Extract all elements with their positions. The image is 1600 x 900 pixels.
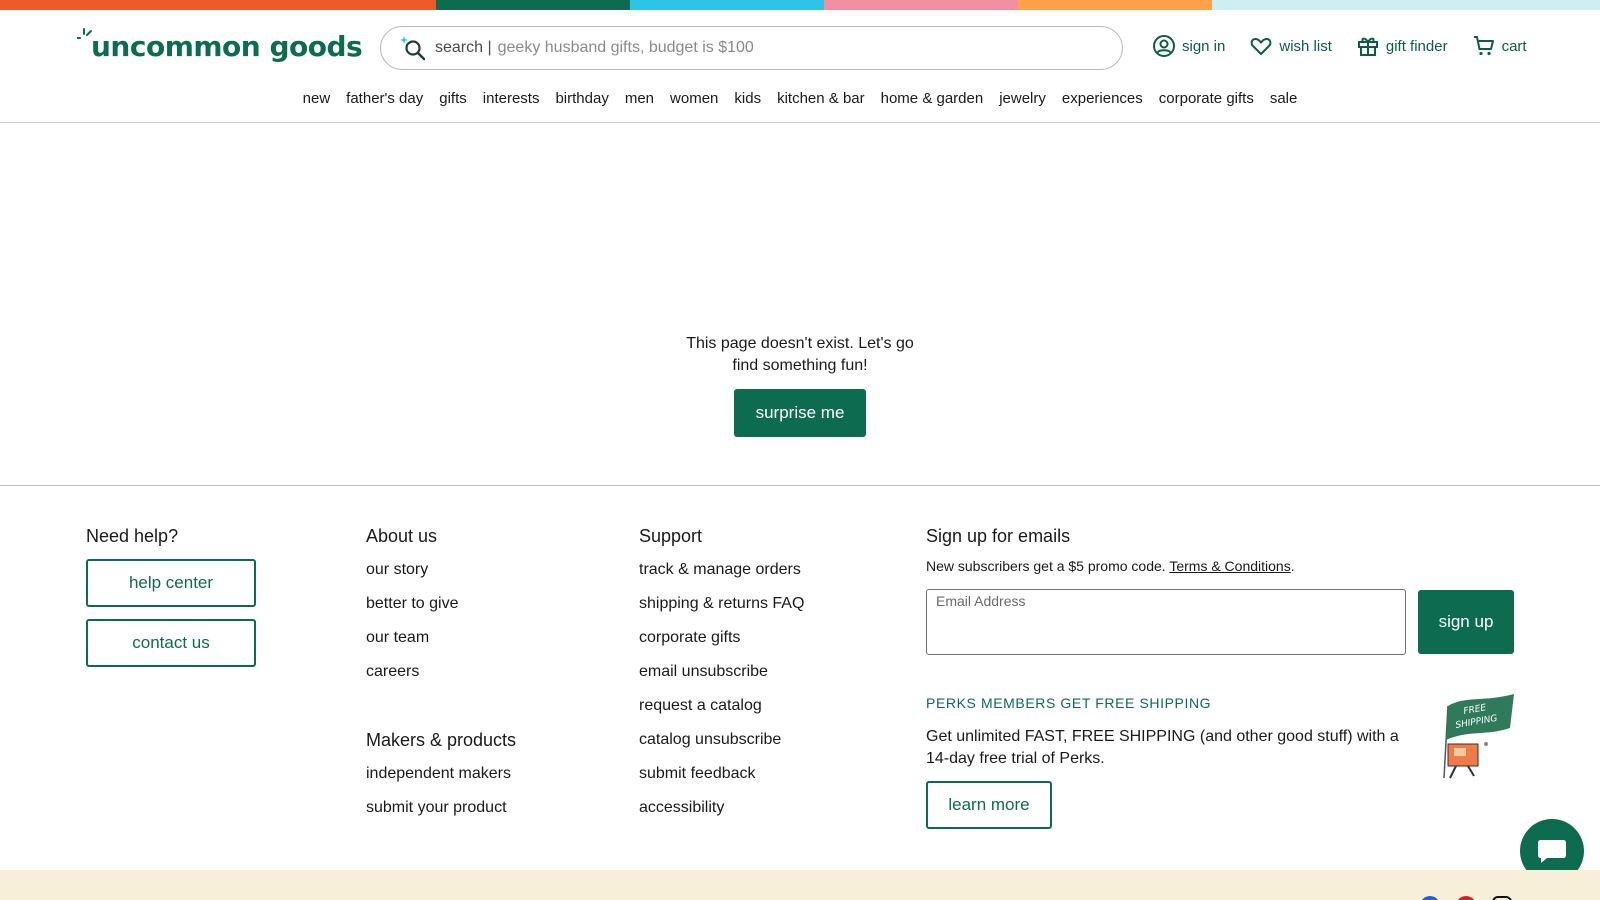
heart-icon	[1251, 38, 1272, 55]
stripe-segment	[0, 0, 436, 10]
gift-finder-link[interactable]: gift finder	[1356, 34, 1448, 58]
sign-up-button[interactable]: sign up	[1418, 590, 1514, 654]
nav-item-interests[interactable]: interests	[475, 86, 548, 111]
nav-item-fathers-day[interactable]: father's day	[338, 86, 431, 111]
nav-item-kitchen-bar[interactable]: kitchen & bar	[769, 86, 873, 111]
gift-finder-label: gift finder	[1385, 37, 1448, 55]
instagram-icon[interactable]	[1492, 896, 1512, 900]
footer-link-better-to-give[interactable]: better to give	[366, 595, 459, 613]
email-promo-text: New subscribers get a $5 promo code.	[926, 558, 1166, 574]
footer-link-independent-makers[interactable]: independent makers	[366, 765, 511, 783]
email-field-label: Email Address	[936, 593, 1026, 609]
brand-color-stripe	[0, 0, 1600, 10]
footer-link-email-unsubscribe[interactable]: email unsubscribe	[639, 663, 768, 681]
search-bar[interactable]: search |	[380, 26, 1123, 70]
footer-link-corporate-gifts[interactable]: corporate gifts	[639, 629, 740, 647]
footer-link-our-team[interactable]: our team	[366, 629, 429, 647]
perks-description: Get unlimited FAST, FREE SHIPPING (and o…	[926, 728, 1399, 767]
nav-item-birthday[interactable]: birthday	[547, 86, 616, 111]
gift-icon	[1357, 37, 1378, 56]
search-label: search |	[435, 39, 492, 56]
wish-list-link[interactable]: wish list	[1249, 34, 1332, 58]
footer-link-shipping-returns[interactable]: shipping & returns FAQ	[639, 595, 804, 613]
nav-item-home-garden[interactable]: home & garden	[873, 86, 992, 111]
stripe-segment	[1212, 0, 1600, 10]
footer-divider	[0, 485, 1600, 486]
nav-item-women[interactable]: women	[662, 86, 726, 111]
free-shipping-flag-illustration: FREE SHIPPING	[1443, 694, 1514, 779]
email-input[interactable]	[936, 618, 1391, 636]
footer-link-accessibility[interactable]: accessibility	[639, 799, 724, 817]
stripe-segment	[824, 0, 1018, 10]
sign-in-label: sign in	[1182, 37, 1226, 55]
header-actions: sign in wish list gift finder cart	[1152, 34, 1527, 58]
cart-link[interactable]: cart	[1472, 34, 1527, 58]
footer-link-track-orders[interactable]: track & manage orders	[639, 561, 801, 579]
not-found-line-1: This page doesn't exist. Let's go	[686, 335, 914, 352]
nav-item-jewelry[interactable]: jewelry	[991, 86, 1054, 111]
footer-link-submit-your-product[interactable]: submit your product	[366, 799, 507, 817]
need-help-title: Need help?	[86, 526, 179, 546]
about-us-title: About us	[366, 526, 438, 546]
support-title: Support	[639, 526, 703, 546]
footer-bottom-band	[0, 870, 1600, 900]
user-circle-icon	[1153, 35, 1175, 57]
nav-item-experiences[interactable]: experiences	[1054, 86, 1151, 111]
footer-link-catalog-unsubscribe[interactable]: catalog unsubscribe	[639, 731, 781, 749]
site-logo[interactable]: uncommon goods	[77, 28, 363, 66]
email-signup-title: Sign up for emails	[926, 526, 1071, 546]
not-found-line-2: find something fun!	[732, 357, 868, 374]
stripe-segment	[1018, 0, 1212, 10]
surprise-me-button[interactable]: surprise me	[734, 389, 866, 437]
footer-link-submit-feedback[interactable]: submit feedback	[639, 765, 756, 783]
main-nav: new father's day gifts interests birthda…	[0, 86, 1600, 111]
learn-more-button[interactable]: learn more	[926, 781, 1052, 829]
search-input[interactable]	[497, 39, 1058, 57]
logo-spark-icon	[77, 28, 92, 39]
terms-link[interactable]: Terms & Conditions	[1169, 558, 1290, 574]
footer-link-our-story[interactable]: our story	[366, 561, 428, 579]
contact-us-button[interactable]: contact us	[86, 619, 256, 667]
not-found-message: This page doesn't exist. Let's go find s…	[660, 333, 940, 377]
nav-item-new[interactable]: new	[295, 86, 339, 111]
perks-heading: PERKS MEMBERS GET FREE SHIPPING	[926, 695, 1212, 711]
nav-item-men[interactable]: men	[617, 86, 662, 111]
nav-item-kids[interactable]: kids	[726, 86, 769, 111]
terms-period: .	[1290, 558, 1295, 574]
help-center-button[interactable]: help center	[86, 559, 256, 607]
chat-bubble-icon	[1538, 840, 1566, 863]
email-field[interactable]: Email Address	[926, 589, 1406, 655]
footer-link-request-catalog[interactable]: request a catalog	[639, 697, 762, 715]
email-signup-subtext: New subscribers get a $5 promo code. Ter…	[926, 558, 1295, 574]
footer-link-careers[interactable]: careers	[366, 663, 419, 681]
makers-products-title: Makers & products	[366, 730, 517, 750]
header-divider	[0, 122, 1600, 123]
cart-label: cart	[1501, 37, 1527, 55]
nav-item-sale[interactable]: sale	[1262, 86, 1306, 111]
sparkle-search-icon[interactable]	[398, 33, 428, 63]
nav-item-corporate-gifts[interactable]: corporate gifts	[1151, 86, 1262, 111]
nav-item-gifts[interactable]: gifts	[431, 86, 475, 111]
stripe-segment	[436, 0, 630, 10]
stripe-segment	[630, 0, 824, 10]
cart-icon	[1473, 36, 1494, 56]
wish-list-label: wish list	[1279, 37, 1332, 55]
sign-in-link[interactable]: sign in	[1152, 34, 1225, 58]
logo-text: uncommon goods	[91, 30, 363, 63]
